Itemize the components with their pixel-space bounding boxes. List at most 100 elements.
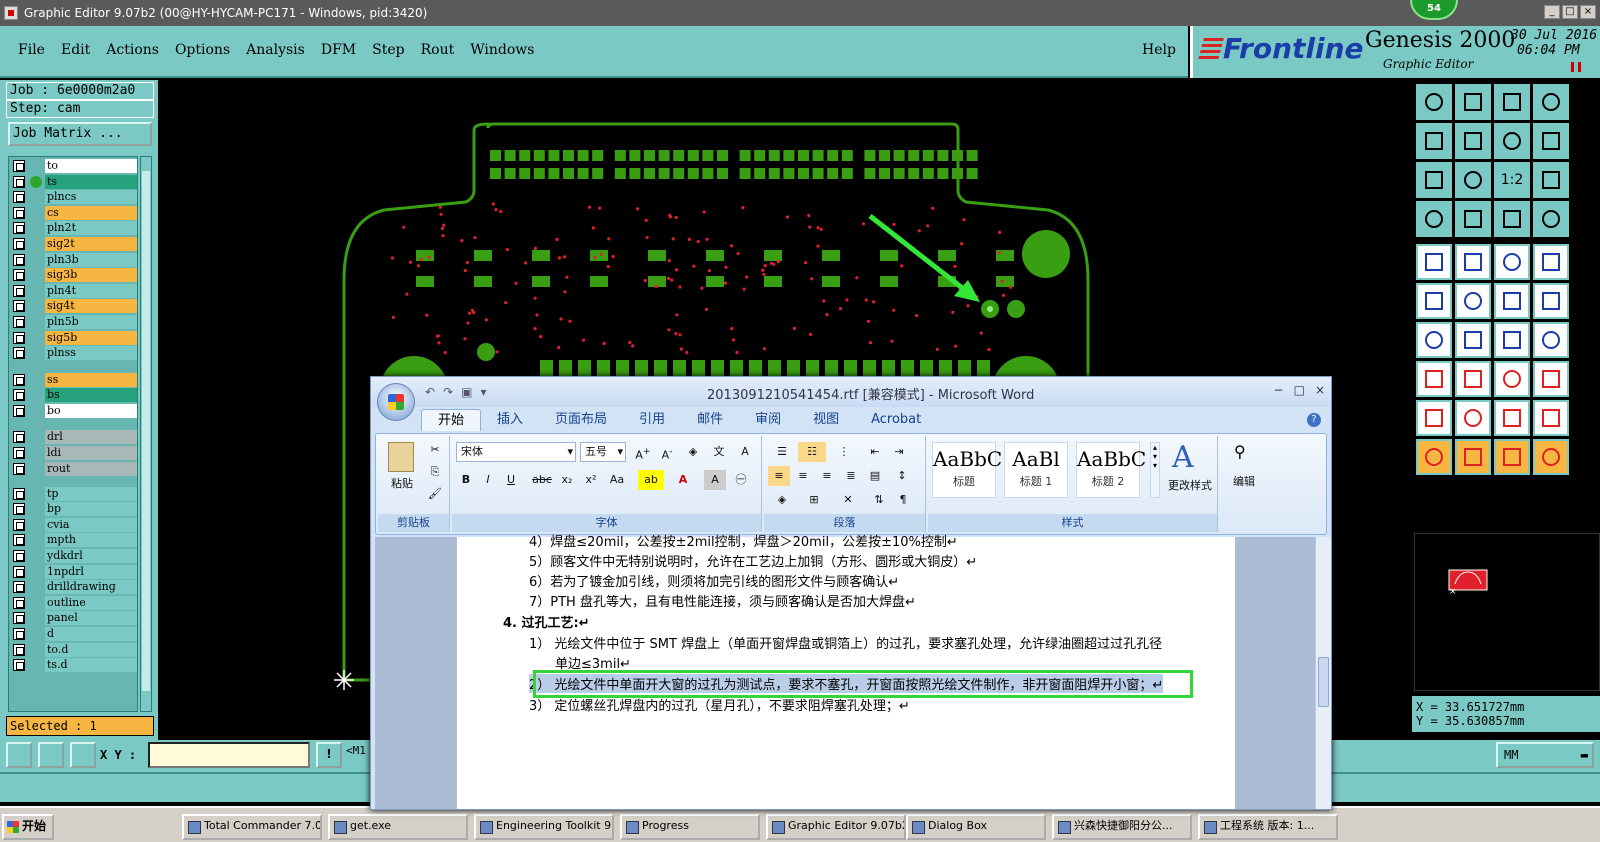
text-icon[interactable] (1494, 123, 1530, 159)
help-icon[interactable]: ? (1307, 413, 1321, 427)
layer-row[interactable]: panel (11, 611, 137, 626)
font-color-icon[interactable]: A (670, 470, 696, 490)
paste-button[interactable]: 粘贴 (382, 474, 422, 494)
font-size-select[interactable]: 五号 ▾ (580, 442, 626, 462)
layer-row[interactable]: sig3b (11, 268, 137, 283)
layer-row[interactable]: pln2t (11, 221, 137, 236)
snapshot-icon[interactable] (1416, 244, 1452, 280)
start-button[interactable]: 开始 (2, 814, 54, 840)
layer-checkbox[interactable] (13, 253, 25, 266)
menu-file[interactable]: File (18, 42, 45, 58)
distribute-icon[interactable]: ▤ (864, 466, 886, 486)
layers-tool-icon[interactable] (1533, 201, 1569, 237)
word-window[interactable]: 2013091210541454.rtf [兼容模式] - Microsoft … (370, 376, 1332, 810)
layers-tool-icon[interactable] (1494, 201, 1530, 237)
layer-checkbox[interactable] (13, 565, 25, 578)
layer-checkbox[interactable] (13, 389, 25, 402)
decrease-indent-icon[interactable]: ⇤ (864, 442, 886, 462)
bold-icon[interactable]: B (456, 470, 476, 490)
document-line[interactable]: 4）焊盘≤20mil，公差按±2mil控制，焊盘＞20mil，公差按±10%控制… (529, 531, 958, 550)
triangle3-icon[interactable] (1494, 400, 1530, 436)
layer-checkbox[interactable] (13, 238, 25, 250)
layer-checkbox[interactable] (13, 534, 25, 547)
layer-row[interactable]: to (11, 159, 137, 173)
layer-row[interactable]: ldi (11, 446, 137, 461)
taskbar-item[interactable]: Total Commander 7.0 ... (182, 814, 322, 840)
multilevel-list-icon[interactable]: ⋮ (830, 442, 858, 462)
parallel-icon[interactable] (1533, 322, 1569, 358)
layer-row[interactable]: drilldrawing (11, 580, 137, 595)
layer-checkbox[interactable] (13, 462, 25, 475)
change-case-icon[interactable]: Aa (604, 470, 630, 490)
document-line[interactable]: 1） 光绘文件中位于 SMT 焊盘上（单面开窗焊盘或铜箔上）的过孔，要求塞孔处理… (529, 633, 1162, 652)
editing-button[interactable]: 编辑 (1226, 472, 1262, 492)
bullets-icon[interactable]: ☰ (768, 442, 796, 462)
grid-tool-icon[interactable] (1455, 201, 1491, 237)
layer-row[interactable]: ydkdrl (11, 549, 137, 563)
ruler-icon[interactable] (1494, 244, 1530, 280)
pan-icon[interactable] (1416, 162, 1452, 198)
cut-icon[interactable]: ✂ (426, 440, 444, 460)
menu-dfm[interactable]: DFM (321, 42, 356, 58)
change-styles-button[interactable]: 更改样式 (1164, 476, 1216, 496)
style-preset[interactable]: AaBbC 标题 (932, 442, 1002, 498)
layer-checkbox[interactable] (13, 300, 25, 313)
layer-row[interactable]: rout (11, 461, 137, 476)
alert-icon[interactable]: ! (316, 742, 342, 768)
layer-row[interactable]: to.d (11, 642, 137, 657)
layer-row[interactable]: tp (11, 486, 137, 501)
menu-step[interactable]: Step (372, 42, 404, 58)
italic-icon[interactable]: I (478, 470, 498, 490)
taskbar-item[interactable]: 工程系统 版本: 1... (1198, 814, 1338, 840)
menu-help[interactable]: Help (1142, 42, 1176, 58)
triangle-icon[interactable] (1416, 400, 1452, 436)
center-icon[interactable] (1455, 162, 1491, 198)
ribbon-tab[interactable]: 邮件 (681, 409, 739, 431)
pointer2-icon[interactable] (1455, 439, 1491, 475)
strikethrough-icon[interactable]: abc (530, 470, 554, 490)
layer-row[interactable]: pln3b (11, 252, 137, 267)
layer-row[interactable]: plnss (11, 346, 137, 361)
menu-actions[interactable]: Actions (106, 42, 159, 58)
zoom-window-icon[interactable] (6, 742, 32, 768)
menu-rout[interactable]: Rout (421, 42, 455, 58)
layer-row[interactable]: cs (11, 205, 137, 220)
word-minimize-button[interactable]: − (1274, 383, 1284, 397)
minimize-button[interactable]: _ (1544, 5, 1560, 19)
pointer3-icon[interactable] (1494, 439, 1530, 475)
layer-checkbox[interactable] (13, 550, 25, 562)
layer-row[interactable]: cvia (11, 517, 137, 532)
layer-checkbox[interactable] (13, 206, 25, 219)
layer-row[interactable]: d (11, 627, 137, 641)
layer-row[interactable]: bs (11, 388, 137, 403)
chinese-layout-icon[interactable]: ✕ (834, 490, 862, 510)
section-heading[interactable]: 4. 过孔工艺:↵ (503, 612, 590, 631)
layer-checkbox[interactable] (13, 628, 25, 640)
ratio-icon[interactable]: 1:2 (1494, 162, 1530, 198)
layer-scrollbar[interactable] (140, 156, 152, 712)
document-line[interactable]: 7）PTH 盘孔等大，且有电性能连接，须与顾客确认是否加大焊盘↵ (529, 591, 916, 610)
copy-icon[interactable]: ⎘ (426, 462, 444, 482)
snap-icon[interactable] (38, 742, 64, 768)
paste-icon[interactable] (388, 442, 414, 472)
net-icon[interactable] (1416, 283, 1452, 319)
align-left-icon[interactable]: ≡ (768, 466, 790, 486)
layer-checkbox[interactable] (13, 596, 25, 609)
document-line[interactable]: 5）顾客文件中无特别说明时，允许在工艺边上加铜（方形、圆形或大铜皮）↵ (529, 551, 977, 570)
triangle4-icon[interactable] (1533, 400, 1569, 436)
layer-checkbox[interactable] (13, 160, 25, 172)
ribbon-tab[interactable]: 引用 (623, 409, 681, 431)
taskbar-item[interactable]: Dialog Box (906, 814, 1046, 840)
underline-icon[interactable]: U (500, 470, 522, 490)
grid-icon[interactable] (70, 742, 96, 768)
layer-row[interactable]: pln4t (11, 283, 137, 298)
layer-checkbox[interactable] (13, 503, 25, 516)
ribbon-tab[interactable]: 插入 (481, 409, 539, 431)
feature-icon[interactable] (1455, 123, 1491, 159)
char-border-icon[interactable]: A (734, 442, 756, 462)
units-select[interactable]: MM ▬ (1496, 742, 1594, 768)
style-preset[interactable]: AaBbC 标题 2 (1076, 442, 1146, 498)
pointer-icon[interactable] (1416, 439, 1452, 475)
dash-icon[interactable] (1455, 361, 1491, 397)
redo-icon[interactable]: ↷ (443, 385, 453, 399)
